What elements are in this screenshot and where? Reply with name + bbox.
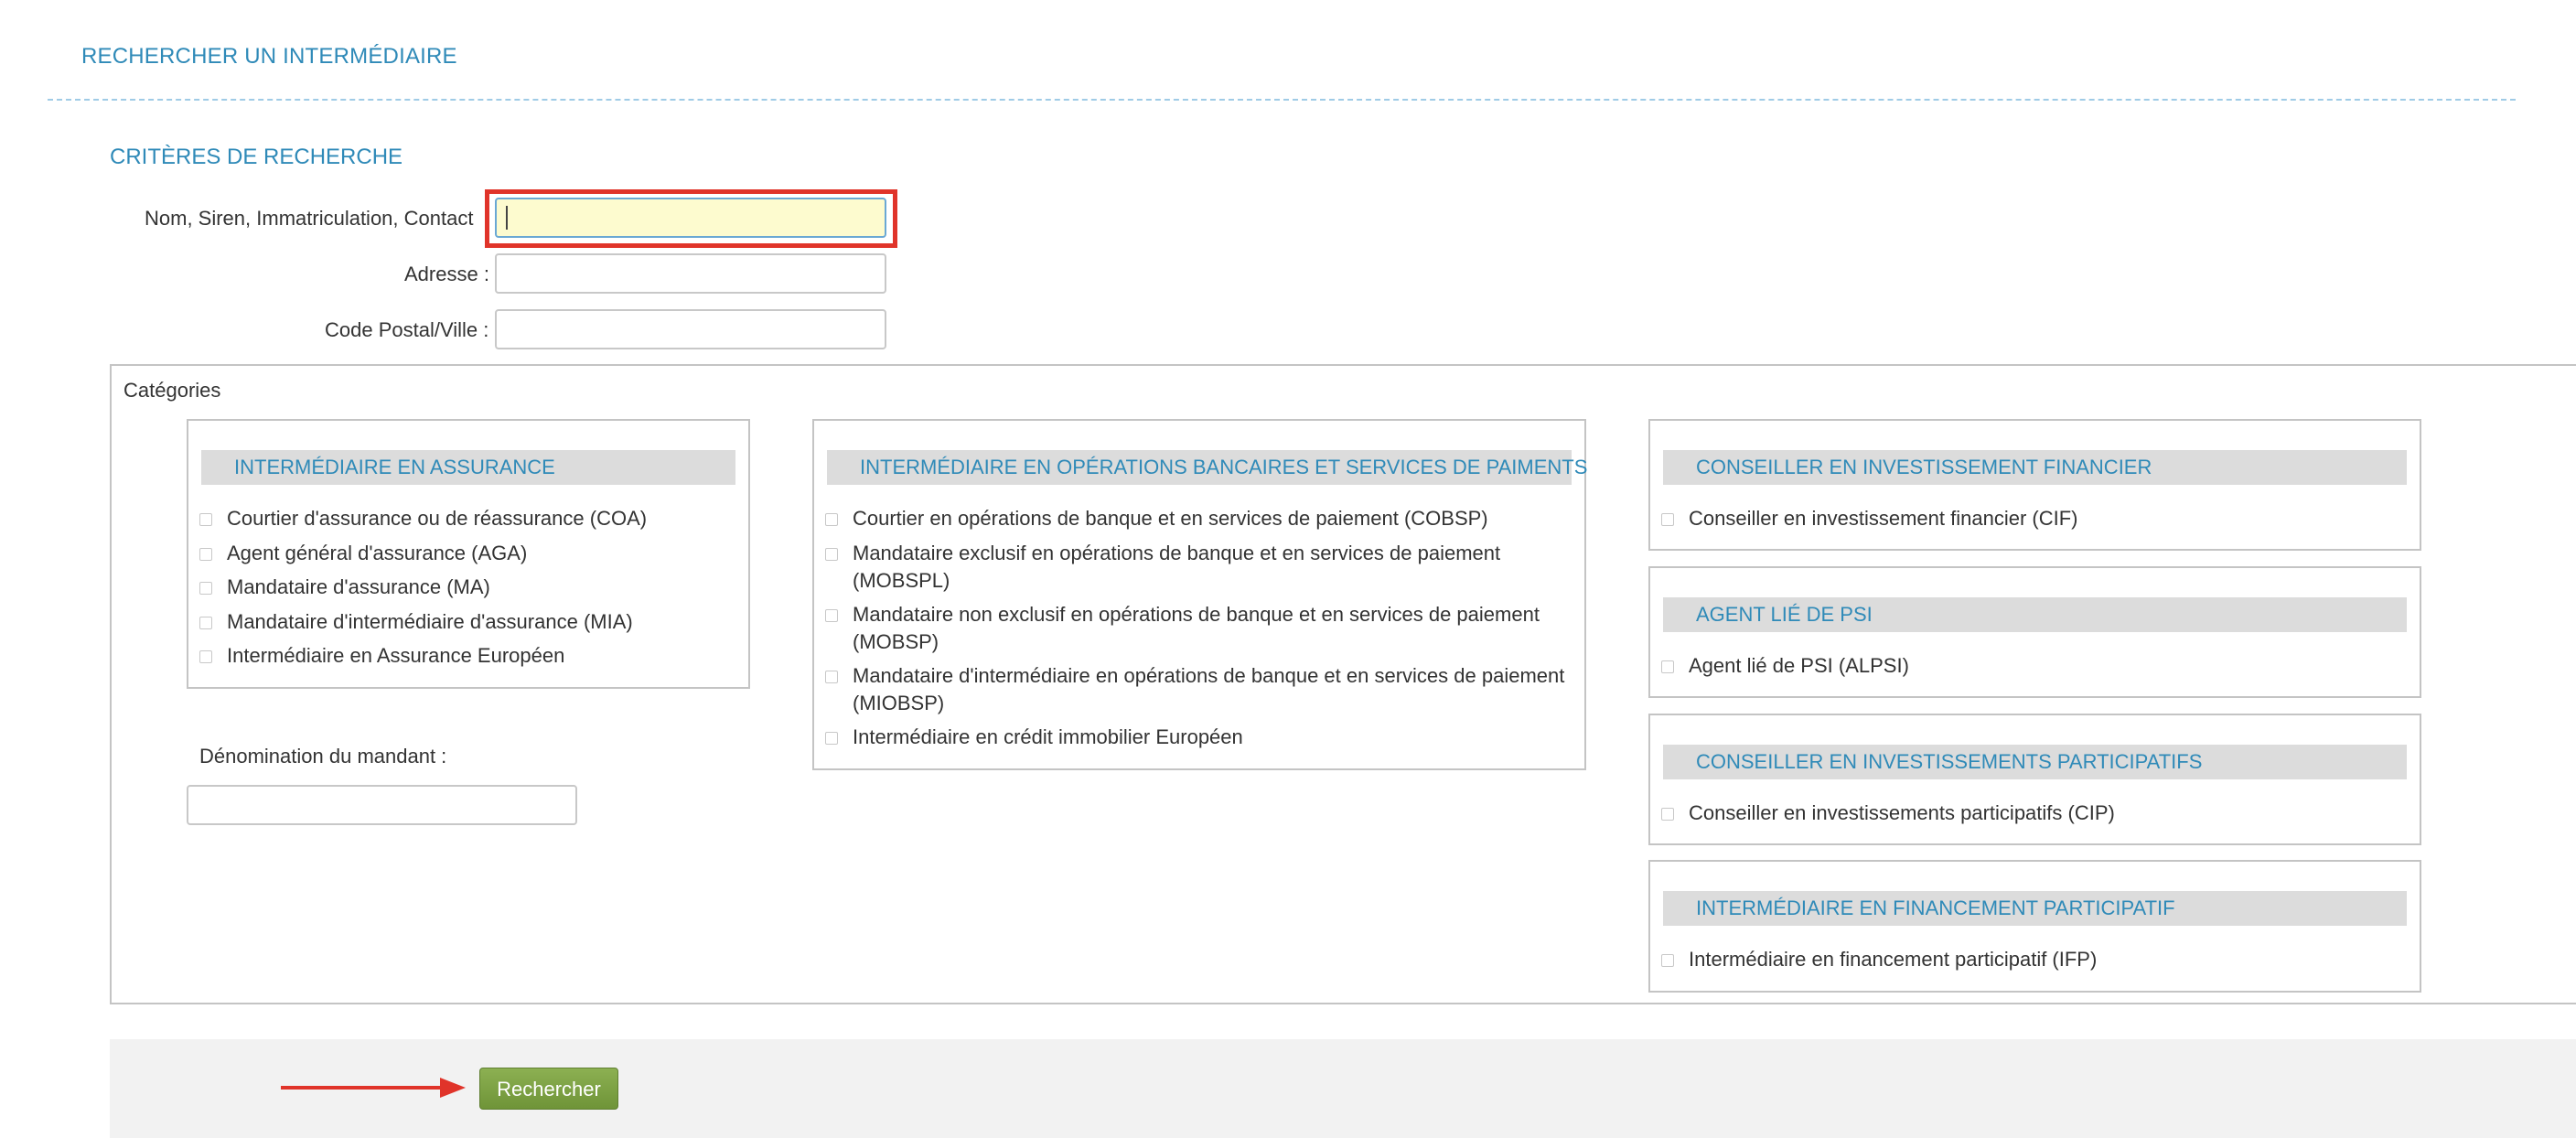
category-option-mia[interactable]: Mandataire d'intermédiaire d'assurance (… (199, 608, 739, 636)
panel-cip-title: CONSEILLER EN INVESTISSEMENTS PARTICIPAT… (1663, 745, 2407, 779)
panel-alpsi-title: AGENT LIÉ DE PSI (1663, 597, 2407, 632)
checkbox[interactable] (1661, 808, 1674, 821)
mandant-input[interactable] (187, 785, 577, 825)
name-field-label: Nom, Siren, Immatriculation, Contact (145, 207, 474, 230)
panel-ifp: INTERMÉDIAIRE EN FINANCEMENT PARTICIPATI… (1648, 860, 2421, 993)
panel-banque-title: INTERMÉDIAIRE EN OPÉRATIONS BANCAIRES ET… (827, 450, 1587, 485)
checkbox[interactable] (1661, 660, 1674, 673)
focus-highlight-box (485, 189, 897, 248)
checkbox[interactable] (199, 650, 212, 663)
address-input[interactable] (495, 253, 886, 294)
category-option-miobsp[interactable]: Mandataire d'intermédiaire en opérations… (825, 662, 1575, 717)
checkbox[interactable] (199, 617, 212, 629)
panel-cif-title: CONSEILLER EN INVESTISSEMENT FINANCIER (1663, 450, 2407, 485)
category-option-mobsp[interactable]: Mandataire non exclusif en opérations de… (825, 601, 1575, 656)
category-option-cif[interactable]: Conseiller en investissement financier (… (1661, 505, 2410, 532)
panel-cif: CONSEILLER EN INVESTISSEMENT FINANCIER C… (1648, 419, 2421, 551)
category-option-cip[interactable]: Conseiller en investissements participat… (1661, 800, 2410, 827)
checkbox[interactable] (199, 582, 212, 595)
checkbox[interactable] (199, 513, 212, 526)
checkbox[interactable] (199, 548, 212, 561)
postal-city-field-label: Code Postal/Ville : (325, 318, 489, 341)
category-option-mobspl[interactable]: Mandataire exclusif en opérations de ban… (825, 540, 1575, 595)
category-option-iae[interactable]: Intermédiaire en Assurance Européen (199, 642, 739, 670)
arrow-right-icon (281, 1078, 466, 1098)
checkbox[interactable] (1661, 513, 1674, 526)
checkbox[interactable] (825, 732, 838, 745)
category-option-cobsp[interactable]: Courtier en opérations de banque et en s… (825, 505, 1575, 532)
panel-assurance: INTERMÉDIAIRE EN ASSURANCE Courtier d'as… (187, 419, 750, 689)
category-option-crif[interactable]: Intermédiaire en crédit immobilier Europ… (825, 724, 1575, 751)
category-option-aga[interactable]: Agent général d'assurance (AGA) (199, 540, 739, 567)
category-option-alpsi[interactable]: Agent lié de PSI (ALPSI) (1661, 652, 2410, 680)
panel-ifp-title: INTERMÉDIAIRE EN FINANCEMENT PARTICIPATI… (1663, 891, 2407, 926)
address-field-label: Adresse : (404, 263, 489, 285)
panel-cip: CONSEILLER EN INVESTISSEMENTS PARTICIPAT… (1648, 714, 2421, 845)
category-option-ma[interactable]: Mandataire d'assurance (MA) (199, 574, 739, 601)
search-button[interactable]: Rechercher (479, 1068, 618, 1110)
mandant-label: Dénomination du mandant : (199, 745, 447, 768)
panel-alpsi: AGENT LIÉ DE PSI Agent lié de PSI (ALPSI… (1648, 566, 2421, 698)
panel-banque: INTERMÉDIAIRE EN OPÉRATIONS BANCAIRES ET… (812, 419, 1587, 770)
title-divider (48, 99, 2516, 101)
category-option-ifp[interactable]: Intermédiaire en financement participati… (1661, 946, 2410, 973)
page-title: RECHERCHER UN INTERMÉDIAIRE (81, 44, 457, 69)
checkbox[interactable] (1661, 954, 1674, 967)
checkbox[interactable] (825, 513, 838, 526)
category-option-coa[interactable]: Courtier d'assurance ou de réassurance (… (199, 505, 739, 532)
categories-legend: Catégories (123, 379, 221, 402)
checkbox[interactable] (825, 609, 838, 622)
criteria-title: CRITÈRES DE RECHERCHE (110, 145, 403, 169)
checkbox[interactable] (825, 671, 838, 683)
checkbox[interactable] (825, 548, 838, 561)
postal-city-input[interactable] (495, 309, 886, 349)
panel-assurance-title: INTERMÉDIAIRE EN ASSURANCE (201, 450, 735, 485)
